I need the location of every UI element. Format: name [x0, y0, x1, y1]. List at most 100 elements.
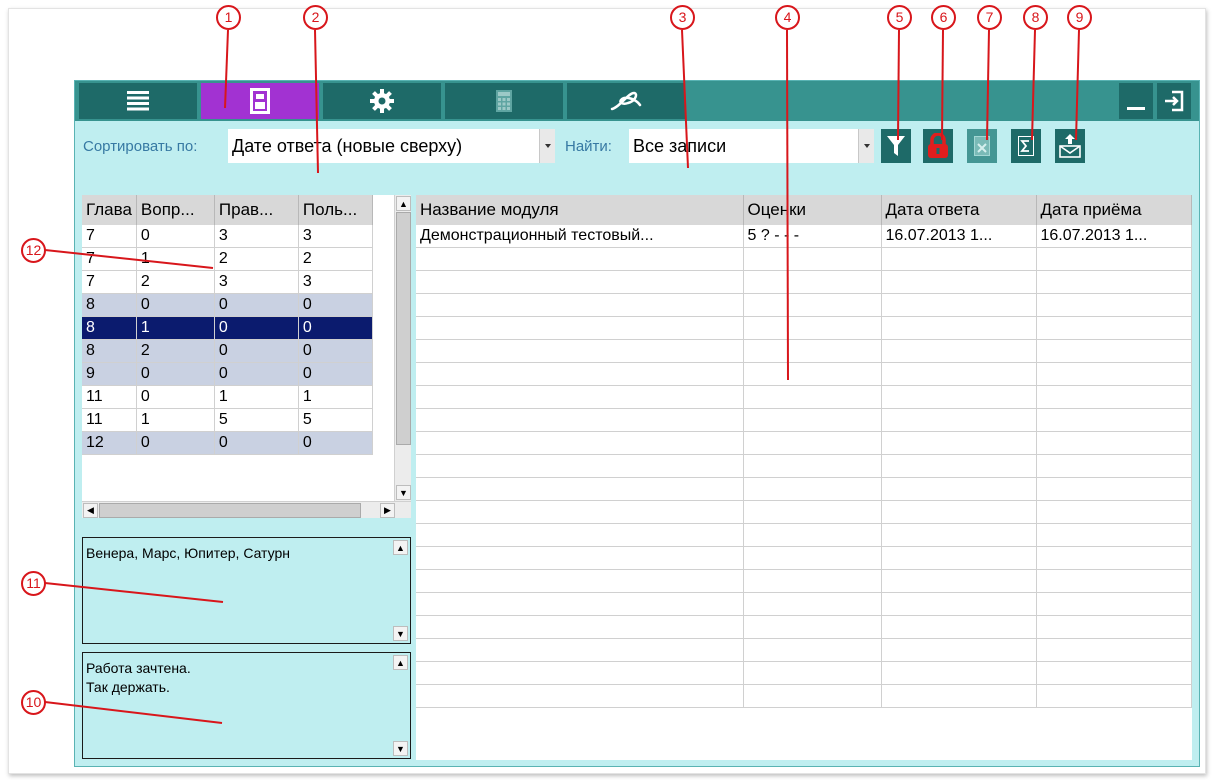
column-header[interactable]: Дата ответа: [881, 195, 1037, 225]
empty-cell: [1036, 500, 1192, 524]
empty-cell: [743, 316, 882, 340]
top-nav-bar: [75, 81, 1199, 121]
find-label: Найти:: [565, 138, 612, 155]
chapter-cell: 0: [298, 339, 373, 363]
empty-row: [416, 362, 1192, 386]
empty-row: [416, 408, 1192, 432]
results-grid: Название модуля Оценки Дата ответа Дата …: [416, 195, 1192, 760]
empty-cell: [881, 339, 1037, 363]
callout-9: 9: [1067, 5, 1092, 30]
chapter-row[interactable]: 8000: [82, 293, 373, 317]
comment-memo[interactable]: Работа зачтена. Так держать. ▲ ▼: [82, 652, 411, 759]
scroll-right-button[interactable]: ▶: [380, 503, 395, 518]
empty-cell: [416, 523, 744, 547]
chapter-cell: 3: [214, 270, 299, 294]
scroll-down-button[interactable]: ▼: [393, 741, 408, 756]
filter-button[interactable]: [881, 129, 911, 163]
scroll-up-button[interactable]: ▲: [393, 540, 408, 555]
find-select-arrow[interactable]: [858, 129, 874, 163]
sort-select-arrow[interactable]: [539, 129, 555, 163]
column-header[interactable]: Оценки: [743, 195, 882, 225]
empty-cell: [416, 661, 744, 685]
column-header[interactable]: Название модуля: [416, 195, 744, 225]
column-header[interactable]: Дата приёма: [1036, 195, 1192, 225]
lock-icon: [928, 133, 948, 158]
chapter-cell: 1: [214, 385, 299, 409]
scroll-thumb[interactable]: [396, 212, 411, 445]
chapter-cell: 2: [136, 339, 215, 363]
sort-select[interactable]: Дате ответа (новые сверху): [228, 129, 539, 163]
chapter-row[interactable]: 11 0 1 1: [82, 385, 373, 409]
callout-12: 12: [21, 238, 46, 263]
empty-row: [416, 316, 1192, 340]
comment-line: Работа зачтена.: [86, 660, 191, 676]
chapter-cell: 9: [82, 362, 137, 386]
delete-button[interactable]: [967, 129, 997, 163]
empty-cell: [881, 500, 1037, 524]
tab-settings[interactable]: [323, 83, 441, 119]
exit-button[interactable]: [1157, 83, 1191, 119]
lock-button[interactable]: [923, 129, 953, 163]
summary-button[interactable]: [1011, 129, 1041, 163]
answer-memo-scrollbar[interactable]: ▲ ▼: [393, 540, 408, 641]
empty-cell: [881, 592, 1037, 616]
chapter-row[interactable]: 8100: [82, 316, 373, 340]
tab-calculator[interactable]: [445, 83, 563, 119]
tab-student-card[interactable]: [201, 83, 319, 119]
empty-cell: [416, 638, 744, 662]
callout-4: 4: [775, 5, 800, 30]
callout-11: 11: [21, 571, 46, 596]
column-header[interactable]: Поль...: [298, 195, 373, 225]
send-button[interactable]: [1055, 129, 1085, 163]
column-header[interactable]: Прав...: [214, 195, 299, 225]
scroll-left-button[interactable]: ◀: [83, 503, 98, 518]
chapter-row[interactable]: 7122: [82, 247, 373, 271]
chapter-row[interactable]: 12 0 0 0: [82, 431, 373, 455]
scroll-down-button[interactable]: ▼: [396, 485, 411, 500]
result-row[interactable]: Демонстрационный тестовый... 5 ? - - -16.…: [416, 225, 1192, 248]
chapter-grid-vscrollbar[interactable]: ▲ ▼: [394, 195, 411, 501]
empty-cell: [416, 477, 744, 501]
empty-cell: [881, 661, 1037, 685]
chapter-row[interactable]: 7233: [82, 270, 373, 294]
tab-list[interactable]: [79, 83, 197, 119]
column-header[interactable]: Глава: [82, 195, 137, 225]
answer-memo[interactable]: Венера, Марс, Юпитер, Сатурн ▲ ▼: [82, 537, 411, 644]
comment-memo-scrollbar[interactable]: ▲ ▼: [393, 655, 408, 756]
empty-cell: [881, 477, 1037, 501]
scroll-up-button[interactable]: ▲: [393, 655, 408, 670]
chapter-row[interactable]: 8200: [82, 339, 373, 363]
empty-cell: [1036, 569, 1192, 593]
chapter-cell: 0: [214, 362, 299, 386]
chapter-cell: 0: [298, 316, 373, 340]
chapter-cell: 8: [82, 293, 137, 317]
scroll-down-button[interactable]: ▼: [393, 626, 408, 641]
results-grid-body: Демонстрационный тестовый... 5 ? - - -16.…: [416, 225, 1192, 708]
chapter-cell: 1: [136, 408, 215, 432]
callout-6: 6: [931, 5, 956, 30]
tab-signature[interactable]: [567, 83, 685, 119]
chapter-cell: 5: [214, 408, 299, 432]
empty-cell: [1036, 408, 1192, 432]
app-window: Сортировать по: Дате ответа (новые сверх…: [74, 80, 1200, 767]
find-select[interactable]: Все записи: [629, 129, 858, 163]
chapter-cell: 0: [214, 316, 299, 340]
chapter-cell: 2: [298, 247, 373, 271]
empty-cell: [743, 615, 882, 639]
callout-8: 8: [1023, 5, 1048, 30]
chapter-row[interactable]: 9000: [82, 362, 373, 386]
chapter-cell: 8: [82, 339, 137, 363]
minimize-button[interactable]: [1119, 83, 1153, 119]
scroll-up-button[interactable]: ▲: [396, 196, 411, 211]
chapter-grid-hscrollbar[interactable]: ◀ ▶: [82, 501, 411, 518]
chapter-row[interactable]: 7033: [82, 225, 373, 248]
column-header[interactable]: Вопр...: [136, 195, 215, 225]
empty-cell: [881, 523, 1037, 547]
empty-cell: [1036, 431, 1192, 455]
result-cell: 5 ? - - -: [743, 225, 882, 248]
empty-cell: [1036, 638, 1192, 662]
scroll-thumb[interactable]: [99, 503, 361, 518]
empty-cell: [416, 592, 744, 616]
chapter-row[interactable]: 11 1 5 5: [82, 408, 373, 432]
chapter-cell: 8: [82, 316, 137, 340]
